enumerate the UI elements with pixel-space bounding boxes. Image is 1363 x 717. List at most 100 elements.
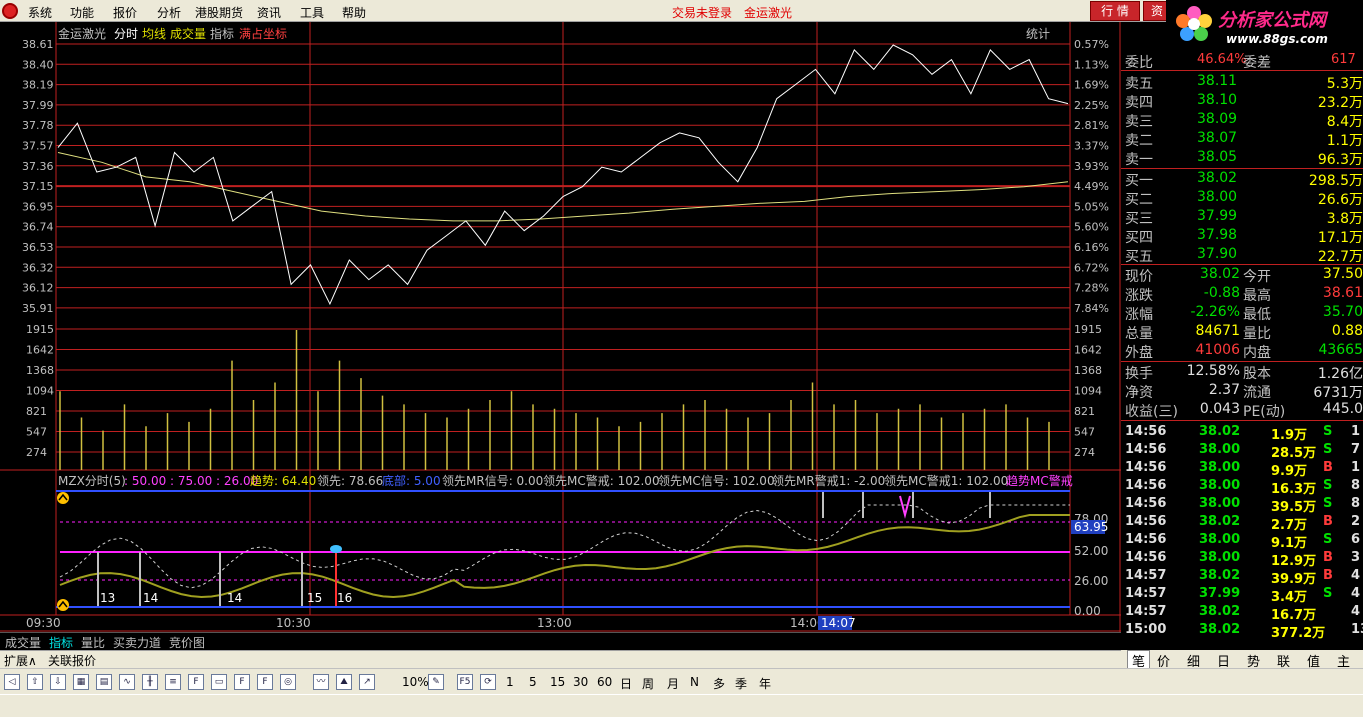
indicator-trend-mc: 趋势MC警戒: [1006, 473, 1073, 488]
arrow-up-icon[interactable]: ⇧: [27, 674, 43, 690]
price-label: 36.32: [22, 261, 54, 274]
stat-row[interactable]: 净资 2.37 流通 6731万: [1121, 382, 1363, 401]
tab-volume[interactable]: 成交量: [170, 26, 206, 41]
stat-row[interactable]: 外盘 41006 内盘 43665: [1121, 342, 1363, 361]
tick-time: 14:57: [1125, 568, 1167, 583]
menu-analysis[interactable]: 分析: [157, 4, 181, 21]
period-button[interactable]: 5: [529, 675, 537, 689]
bid-row[interactable]: 买一 38.02 298.5万: [1121, 170, 1363, 189]
tick-row[interactable]: 14:56 38.02 1.9万 S 1: [1121, 424, 1363, 443]
pct-button[interactable]: 10%: [402, 675, 429, 689]
period-button[interactable]: 周: [642, 675, 654, 692]
tab-indicator[interactable]: 指标: [210, 26, 234, 41]
tick-row[interactable]: 15:00 38.02 377.2万 134: [1121, 622, 1363, 641]
expand-toggle[interactable]: 扩展∧: [4, 652, 37, 669]
tick-row[interactable]: 14:56 38.00 39.5万 S 8: [1121, 496, 1363, 515]
refresh-data-icon[interactable]: ⟳: [480, 674, 496, 690]
bid-row[interactable]: 买四 37.98 17.1万: [1121, 227, 1363, 246]
tab-avg-line[interactable]: 均线: [142, 27, 166, 41]
bid-row[interactable]: 买三 37.99 3.8万: [1121, 208, 1363, 227]
menu-news[interactable]: 资讯: [257, 4, 281, 21]
volume-label-right: 274: [1074, 446, 1095, 459]
ask-row[interactable]: 卖五 38.11 5.3万: [1121, 73, 1363, 92]
period-button[interactable]: 30: [573, 675, 588, 689]
period-button[interactable]: 年: [759, 675, 771, 692]
menu-bar: 系统 功能 报价 分析 港股期货 资讯 工具 帮助 交易未登录 金运激光 行 情…: [0, 0, 1363, 22]
arrow-left-icon[interactable]: ◁: [4, 674, 20, 690]
ask-row[interactable]: 卖二 38.07 1.1万: [1121, 130, 1363, 149]
line-chart-icon[interactable]: ∿: [119, 674, 135, 690]
period-button[interactable]: 60: [597, 675, 612, 689]
f5-button[interactable]: F5: [457, 674, 473, 690]
period-button[interactable]: 日: [620, 675, 632, 692]
f10-icon[interactable]: F: [188, 674, 204, 690]
tick-row[interactable]: 14:57 38.02 16.7万 4: [1121, 604, 1363, 623]
app-logo-icon[interactable]: [2, 3, 18, 19]
tab-indicator-bottom[interactable]: 指标: [46, 634, 76, 651]
quote-button[interactable]: 行 情: [1090, 1, 1140, 21]
pen-icon[interactable]: ✎: [428, 674, 444, 690]
menu-hk-futures[interactable]: 港股期货: [195, 4, 243, 21]
stat-row[interactable]: 总量 84671 量比 0.88: [1121, 323, 1363, 342]
tick-count: 4: [1351, 586, 1361, 601]
tick-row[interactable]: 14:57 37.99 3.4万 S 4: [1121, 586, 1363, 605]
table-icon[interactable]: ▤: [96, 674, 112, 690]
list-icon[interactable]: ≡: [165, 674, 181, 690]
period-button[interactable]: 多: [713, 675, 725, 692]
tick-row[interactable]: 14:56 38.02 2.7万 B 2: [1121, 514, 1363, 533]
ask-row[interactable]: 卖三 38.09 8.4万: [1121, 111, 1363, 130]
mountain-icon[interactable]: ⛰: [336, 674, 352, 690]
fullscale-toggle[interactable]: 满占坐标: [239, 26, 287, 41]
stat-row[interactable]: 现价 38.02 今开 37.50: [1121, 266, 1363, 285]
intraday-chart[interactable]: 38.61 0.57% 38.40 1.13% 38.19 1.69% 37.99 2.25%…: [0, 22, 1121, 632]
tick-row[interactable]: 14:56 38.00 16.3万 S 8: [1121, 478, 1363, 497]
menu-tools[interactable]: 工具: [300, 4, 324, 21]
tab-buy-sell-power[interactable]: 买卖力道: [110, 634, 164, 651]
stat-row[interactable]: 换手 12.58% 股本 1.26亿: [1121, 363, 1363, 382]
period-button[interactable]: 1: [506, 675, 514, 689]
ask-price: 38.05: [1197, 149, 1238, 165]
stat-label: 流通: [1243, 385, 1271, 401]
stat-row[interactable]: 涨跌 -0.88 最高 38.61: [1121, 285, 1363, 304]
tick-row[interactable]: 14:57 38.02 39.9万 B 4: [1121, 568, 1363, 587]
ask-row[interactable]: 卖四 38.10 23.2万: [1121, 92, 1363, 111]
ask-volume: 23.2万: [1317, 95, 1363, 111]
trend-icon[interactable]: ↗: [359, 674, 375, 690]
ask-row[interactable]: 卖一 38.05 96.3万: [1121, 149, 1363, 168]
tab-volume-ratio[interactable]: 量比: [78, 634, 108, 651]
menu-quote[interactable]: 报价: [113, 4, 137, 21]
tick-row[interactable]: 14:56 38.00 9.1万 S 6: [1121, 532, 1363, 551]
tick-count: 134: [1351, 622, 1363, 637]
stat-row[interactable]: 收益(三) 0.043 PE(动) 445.0: [1121, 401, 1363, 420]
f2-icon[interactable]: F: [234, 674, 250, 690]
menu-system[interactable]: 系统: [28, 4, 52, 21]
tab-auction[interactable]: 竞价图: [166, 634, 208, 651]
tick-row[interactable]: 14:56 38.00 28.5万 S 7: [1121, 442, 1363, 461]
menu-help[interactable]: 帮助: [342, 4, 366, 21]
arrow-down-icon[interactable]: ⇩: [50, 674, 66, 690]
menu-function[interactable]: 功能: [70, 4, 94, 21]
volume-label-right: 1642: [1074, 344, 1102, 357]
stat-value: -2.26%: [1190, 304, 1240, 320]
period-button[interactable]: 15: [550, 675, 565, 689]
tick-time: 14:56: [1125, 496, 1167, 511]
tick-row[interactable]: 14:56 38.00 12.9万 B 3: [1121, 550, 1363, 569]
tab-time-sharing[interactable]: 分时: [114, 27, 138, 41]
stats-button[interactable]: 统计: [1026, 27, 1050, 41]
tick-row[interactable]: 14:56 38.00 9.9万 B 1: [1121, 460, 1363, 479]
refresh-icon[interactable]: ◎: [280, 674, 296, 690]
related-quotes-button[interactable]: 关联报价: [48, 652, 96, 669]
doc-icon[interactable]: ▭: [211, 674, 227, 690]
period-button[interactable]: N: [690, 675, 699, 689]
stat-row[interactable]: 涨幅 -2.26% 最低 35.70: [1121, 304, 1363, 323]
period-button[interactable]: 季: [735, 675, 747, 692]
indicator-title[interactable]: MZX分时(5): [58, 474, 126, 488]
bid-row[interactable]: 买五 37.90 22.7万: [1121, 246, 1363, 265]
period-button[interactable]: 月: [667, 675, 679, 692]
f10-2-icon[interactable]: F: [257, 674, 273, 690]
grid-icon[interactable]: ▦: [73, 674, 89, 690]
candle-icon[interactable]: ╫: [142, 674, 158, 690]
wave-icon[interactable]: 〰: [313, 674, 329, 690]
tab-volume-bottom[interactable]: 成交量: [2, 634, 44, 651]
bid-row[interactable]: 买二 38.00 26.6万: [1121, 189, 1363, 208]
